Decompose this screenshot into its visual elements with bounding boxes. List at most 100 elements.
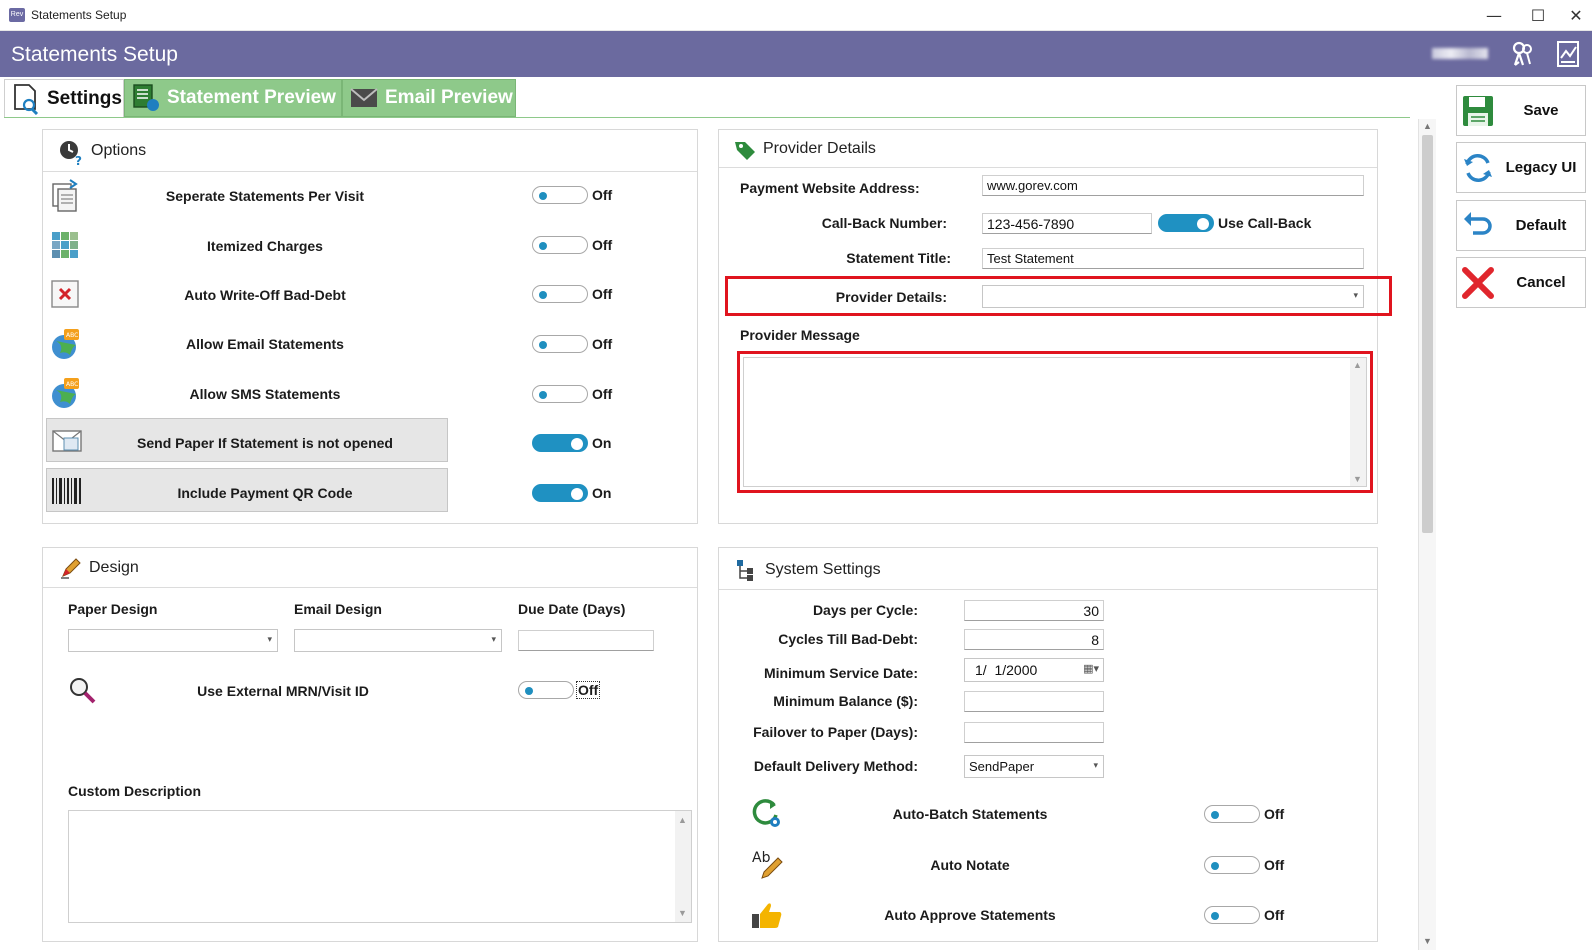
- scroll-down-icon[interactable]: ▼: [678, 908, 687, 918]
- due-date-field[interactable]: [518, 630, 654, 651]
- scroll-down-icon[interactable]: ▼: [1353, 474, 1362, 484]
- red-x-icon: [1462, 267, 1494, 299]
- callback-number-field[interactable]: 123-456-7890: [982, 213, 1152, 234]
- default-button[interactable]: Default: [1456, 200, 1586, 251]
- paper-icon: [50, 424, 84, 458]
- scroll-down-icon[interactable]: ▼: [1423, 936, 1432, 946]
- undo-arrow-icon: [1464, 212, 1492, 235]
- provider-message-label: Provider Message: [740, 327, 860, 343]
- auto-approve-label: Auto Approve Statements: [884, 907, 1056, 923]
- toggle-auto-writeoff[interactable]: [532, 285, 588, 303]
- toggle-send-paper[interactable]: [532, 434, 588, 452]
- app-icon: Rev: [9, 8, 25, 22]
- main-scrollbar[interactable]: ▲ ▼: [1418, 119, 1436, 950]
- min-service-date-picker[interactable]: 1/ 1/2000 ▦▾: [964, 658, 1104, 682]
- cycles-bad-debt-field[interactable]: 8: [964, 629, 1104, 650]
- toggle-state-text: Off: [592, 286, 613, 302]
- default-label: Default: [1515, 217, 1567, 234]
- toggle-auto-approve[interactable]: [1204, 906, 1260, 924]
- toggle-include-qr[interactable]: [532, 484, 588, 502]
- scroll-up-icon[interactable]: ▲: [1353, 360, 1362, 370]
- refresh-icon: [1464, 154, 1492, 182]
- options-header: ? Options: [43, 130, 697, 172]
- custom-description-label: Custom Description: [68, 783, 202, 799]
- window-title: Statements Setup: [31, 8, 127, 22]
- toggle-state-text: Off: [1264, 857, 1285, 873]
- globe-abc-icon: ABC: [48, 327, 82, 361]
- user-name-blurred: [1432, 48, 1488, 59]
- pencil-icon: [61, 558, 81, 579]
- min-balance-label: Minimum Balance ($):: [773, 693, 918, 709]
- toggle-allow-email[interactable]: [532, 335, 588, 353]
- toggle-use-callback[interactable]: [1158, 214, 1214, 232]
- keys-icon[interactable]: [1510, 40, 1536, 68]
- paper-design-dropdown[interactable]: ▾: [68, 629, 278, 652]
- close-window-button[interactable]: ✕: [1562, 4, 1590, 28]
- days-per-cycle-field[interactable]: 30: [964, 600, 1104, 621]
- design-title: Design: [89, 559, 139, 576]
- provider-header: Provider Details: [719, 130, 1377, 168]
- toggle-state-text: Off: [592, 336, 613, 352]
- paper-design-label: Paper Design: [68, 601, 158, 617]
- provider-message-textarea[interactable]: ▲ ▼: [743, 357, 1367, 487]
- system-settings-title: System Settings: [765, 561, 881, 578]
- min-service-date-value: 1/ 1/2000: [975, 662, 1038, 678]
- ab-pencil-icon: Ab: [750, 848, 784, 882]
- min-service-date-label: Minimum Service Date:: [763, 665, 918, 681]
- tag-icon: [735, 142, 755, 160]
- toggle-auto-batch[interactable]: [1204, 805, 1260, 823]
- legacy-ui-label: Legacy UI: [1505, 159, 1577, 176]
- calendar-icon[interactable]: ▦▾: [1083, 662, 1099, 675]
- use-callback-label: Use Call-Back: [1218, 215, 1312, 231]
- toggle-external-mrn[interactable]: [518, 681, 574, 699]
- callback-label: Call-Back Number:: [821, 215, 947, 231]
- toggle-allow-sms[interactable]: [532, 385, 588, 403]
- design-header: Design: [43, 548, 697, 588]
- toggle-state-text: Off: [576, 681, 601, 699]
- toggle-state-text: Off: [592, 187, 613, 203]
- thumbs-up-icon: [750, 898, 784, 932]
- maximize-button[interactable]: ☐: [1518, 4, 1558, 28]
- tab-statement-preview-label: Statement Preview: [167, 87, 336, 108]
- scroll-up-icon[interactable]: ▲: [1423, 121, 1432, 131]
- toggle-itemized-charges[interactable]: [532, 236, 588, 254]
- statement-icon: [133, 84, 159, 111]
- email-design-label: Email Design: [294, 601, 382, 617]
- cancel-label: Cancel: [1516, 274, 1566, 291]
- legacy-ui-button[interactable]: Legacy UI: [1456, 142, 1586, 193]
- grid-icon: [48, 228, 82, 262]
- globe-abc-icon: ABC: [48, 376, 82, 410]
- description-scrollbar[interactable]: ▲ ▼: [675, 811, 691, 922]
- website-field[interactable]: www.gorev.com: [982, 175, 1364, 196]
- tab-email-preview[interactable]: Email Preview: [342, 79, 516, 117]
- failover-field[interactable]: [964, 722, 1104, 743]
- svg-text:ABC: ABC: [66, 332, 78, 339]
- report-icon[interactable]: [1556, 40, 1582, 68]
- option-label-itemized: Itemized Charges: [207, 238, 323, 254]
- provider-details-dropdown[interactable]: ▾: [982, 285, 1364, 308]
- save-label: Save: [1523, 102, 1559, 119]
- toggle-auto-notate[interactable]: [1204, 856, 1260, 874]
- custom-description-textarea[interactable]: ▲ ▼: [68, 810, 692, 923]
- tab-settings-label: Settings: [47, 87, 122, 109]
- statement-title-field[interactable]: Test Statement: [982, 248, 1364, 269]
- chevron-down-icon: ▾: [491, 634, 496, 644]
- external-mrn-label: Use External MRN/Visit ID: [197, 683, 369, 699]
- scrollbar-thumb[interactable]: [1422, 135, 1433, 533]
- tab-statement-preview[interactable]: Statement Preview: [124, 79, 342, 117]
- min-balance-field[interactable]: [964, 691, 1104, 712]
- message-scrollbar[interactable]: ▲ ▼: [1350, 358, 1366, 486]
- minimize-button[interactable]: —: [1474, 4, 1514, 28]
- scroll-up-icon[interactable]: ▲: [678, 815, 687, 825]
- toggle-state-text: Off: [592, 386, 613, 402]
- delivery-method-dropdown[interactable]: SendPaper ▾: [964, 755, 1104, 778]
- cancel-button[interactable]: Cancel: [1456, 257, 1586, 308]
- system-settings-header: System Settings: [719, 548, 1377, 590]
- option-label-seperate: Seperate Statements Per Visit: [165, 188, 365, 204]
- toggle-seperate-statements[interactable]: [532, 186, 588, 204]
- tab-settings[interactable]: Settings: [4, 79, 124, 117]
- email-design-dropdown[interactable]: ▾: [294, 629, 502, 652]
- save-button[interactable]: Save: [1456, 85, 1586, 136]
- provider-title: Provider Details: [763, 140, 876, 157]
- provider-details-label: Provider Details:: [835, 289, 947, 305]
